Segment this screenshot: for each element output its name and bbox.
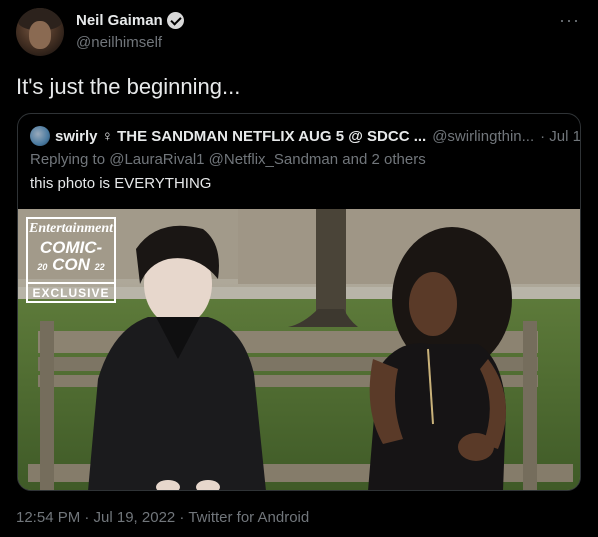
badge-line1: COMIC- <box>39 238 103 257</box>
author-avatar[interactable] <box>16 8 64 56</box>
author-name-row[interactable]: Neil Gaiman <box>76 12 184 29</box>
entertainment-weekly-badge: Entertainment COMIC- 20 CON 22 EXCLUSIVE <box>26 217 116 303</box>
badge-exclusive: EXCLUSIVE <box>28 282 114 301</box>
reply-prefix: Replying to <box>30 151 106 168</box>
badge-line2: 20 CON 22 <box>28 256 114 276</box>
badge-year-left: 20 <box>37 262 48 272</box>
quoted-photo[interactable]: Entertainment COMIC- 20 CON 22 EXCLUSIVE <box>18 209 580 490</box>
badge-year-right: 22 <box>94 262 105 272</box>
reply-suffix[interactable]: and 2 others <box>342 151 425 168</box>
quoted-avatar <box>30 126 50 146</box>
quoted-tweet[interactable]: swirly ♀ THE SANDMAN NETFLIX AUG 5 @ SDC… <box>17 113 581 491</box>
tweet-timestamp[interactable]: 12:54 PM · Jul 19, 2022 · Twitter for An… <box>16 509 309 526</box>
tweet-text: It's just the beginning... <box>16 74 241 99</box>
quoted-text: this photo is EVERYTHING <box>30 175 212 192</box>
avatar-face <box>29 21 51 49</box>
more-horizontal-icon[interactable]: ··· <box>559 10 580 31</box>
quoted-author-name: swirly ♀ THE SANDMAN NETFLIX AUG 5 @ SDC… <box>55 127 427 145</box>
author-name[interactable]: Neil Gaiman <box>76 12 163 29</box>
reply-mentions[interactable]: @LauraRival1 @Netflix_Sandman <box>109 151 338 168</box>
badge-line2-text: CON <box>52 255 90 274</box>
quoted-date: · Jul 19 <box>540 127 581 145</box>
verified-badge-icon <box>166 12 184 29</box>
quoted-tweet-header: swirly ♀ THE SANDMAN NETFLIX AUG 5 @ SDC… <box>30 126 580 146</box>
author-handle[interactable]: @neilhimself <box>76 34 162 51</box>
badge-brand: Entertainment <box>28 221 114 236</box>
quoted-author-handle: @swirlingthin... <box>432 127 535 145</box>
quoted-reply-context: Replying to @LauraRival1 @Netflix_Sandma… <box>30 151 426 168</box>
